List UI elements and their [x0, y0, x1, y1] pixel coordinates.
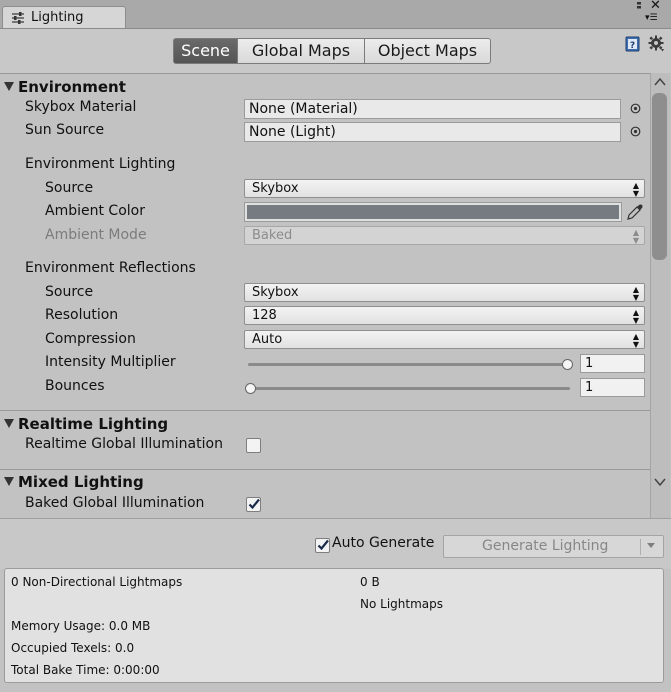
scrollbar-thumb[interactable]: [652, 93, 667, 260]
bounces-value-field[interactable]: 1: [580, 378, 645, 397]
checkmark-icon: [248, 498, 260, 510]
tab-object-maps[interactable]: Object Maps: [364, 38, 491, 64]
foldout-arrow-icon: [4, 477, 14, 486]
lightmaps-count: 0 Non-Directional Lightmaps: [11, 575, 183, 589]
reflection-source-dropdown[interactable]: Skybox ▲ ▼: [244, 283, 645, 302]
memory-usage: Memory Usage: 0.0 MB: [11, 619, 151, 633]
bottom-edge: [0, 684, 671, 692]
lighting-source-dropdown[interactable]: Skybox ▲ ▼: [244, 179, 645, 198]
bounces-label: Bounces: [45, 378, 105, 394]
foldout-arrow-icon: [4, 82, 14, 91]
section-mixed-lighting-header[interactable]: Mixed Lighting: [0, 473, 650, 493]
window-tab-title: Lighting: [31, 10, 84, 25]
lighting-source-label: Source: [45, 180, 94, 196]
dropdown-arrows-icon: ▲ ▼: [632, 228, 639, 245]
sun-source-field[interactable]: None (Light): [244, 122, 621, 142]
gear-icon[interactable]: [648, 35, 666, 53]
skybox-material-label: Skybox Material: [25, 99, 137, 115]
help-book-icon[interactable]: ?: [625, 36, 641, 52]
scroll-down-arrow-icon[interactable]: [654, 478, 666, 486]
generate-lighting-button[interactable]: Generate Lighting: [443, 535, 664, 558]
tab-scene[interactable]: Scene: [173, 38, 238, 64]
environment-lighting-label: Environment Lighting: [25, 156, 176, 172]
intensity-slider-handle[interactable]: [562, 359, 573, 370]
intensity-value-field[interactable]: 1: [580, 354, 645, 373]
lightmaps-size: 0 B: [360, 575, 380, 589]
dropdown-arrows-icon: ▲ ▼: [632, 332, 639, 349]
svg-text:?: ?: [630, 41, 635, 51]
tab-menu-icon[interactable]: ▾☰: [645, 14, 658, 23]
divider: [0, 73, 650, 74]
tab-global-maps[interactable]: Global Maps: [237, 38, 365, 64]
total-bake-time: Total Bake Time: 0:00:00: [11, 663, 160, 677]
reflection-source-label: Source: [45, 284, 94, 300]
ambient-color-field[interactable]: [244, 202, 622, 222]
lightmap-stats-panel: 0 Non-Directional Lightmaps 0 B No Light…: [4, 568, 664, 683]
scroll-up-arrow-icon[interactable]: [654, 78, 666, 86]
bounces-slider-handle[interactable]: [245, 383, 256, 394]
window-tab-lighting[interactable]: Lighting: [2, 6, 126, 28]
object-picker-icon[interactable]: [630, 103, 641, 114]
section-environment-header[interactable]: Environment: [0, 78, 650, 98]
realtime-gi-checkbox[interactable]: [246, 438, 261, 453]
close-icon[interactable]: ✕: [650, 0, 661, 12]
auto-generate-label: Auto Generate: [332, 535, 435, 551]
resolution-dropdown[interactable]: 128 ▲ ▼: [244, 306, 645, 325]
compression-label: Compression: [45, 331, 136, 347]
resolution-label: Resolution: [45, 307, 119, 323]
ambient-color-label: Ambient Color: [45, 203, 145, 219]
no-lightmaps-text: No Lightmaps: [360, 597, 443, 611]
dropdown-arrows-icon: ▲ ▼: [632, 181, 639, 198]
eyedropper-icon[interactable]: [626, 203, 644, 221]
ambient-color-swatch: [247, 205, 619, 219]
bounces-slider-track[interactable]: [248, 387, 570, 390]
occupied-texels: Occupied Texels: 0.0: [11, 641, 135, 655]
toolbar: Scene Global Maps Object Maps ?: [0, 29, 671, 73]
dropdown-arrows-icon: ▲ ▼: [632, 308, 639, 325]
lighting-settings-panel: Environment Skybox Material None (Materi…: [0, 73, 650, 518]
baked-gi-checkbox[interactable]: [246, 497, 261, 512]
auto-generate-checkbox[interactable]: [315, 538, 330, 553]
ambient-mode-label: Ambient Mode: [45, 227, 147, 243]
dropdown-arrow-icon[interactable]: [647, 543, 655, 548]
intensity-slider-track[interactable]: [248, 363, 570, 366]
vertical-dots-icon[interactable]: [634, 2, 644, 12]
sliders-icon: [12, 12, 24, 24]
baked-gi-label: Baked Global Illumination: [25, 495, 205, 511]
sun-source-label: Sun Source: [25, 122, 105, 138]
ambient-mode-dropdown: Baked ▲ ▼: [244, 226, 645, 245]
divider: [0, 410, 650, 411]
compression-dropdown[interactable]: Auto ▲ ▼: [244, 330, 645, 349]
foldout-arrow-icon: [4, 419, 14, 428]
checkmark-icon: [317, 539, 329, 551]
divider: [0, 469, 650, 470]
realtime-gi-label: Realtime Global Illumination: [25, 436, 223, 452]
skybox-material-field[interactable]: None (Material): [244, 99, 621, 119]
section-realtime-lighting-header[interactable]: Realtime Lighting: [0, 415, 650, 435]
intensity-multiplier-label: Intensity Multiplier: [45, 354, 176, 370]
environment-reflections-label: Environment Reflections: [25, 260, 196, 276]
object-picker-icon[interactable]: [630, 126, 641, 137]
dropdown-arrows-icon: ▲ ▼: [632, 285, 639, 302]
